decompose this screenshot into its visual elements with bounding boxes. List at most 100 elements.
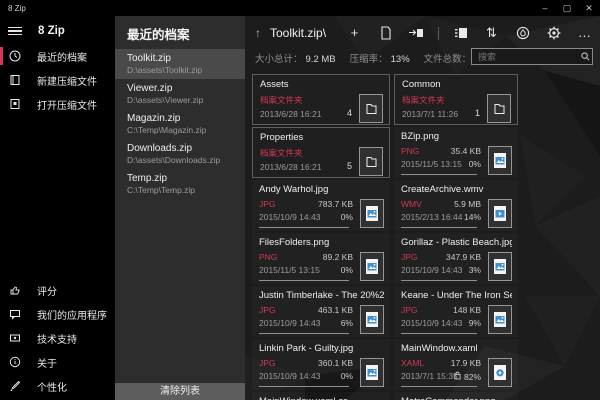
- file-tile[interactable]: Gorillaz - Plastic Beach.jpg JPG 2015/10…: [394, 233, 518, 284]
- archive-path: C:\Temp\Magazin.zip: [127, 125, 233, 135]
- search-icon[interactable]: [578, 52, 592, 61]
- sidebar-item-label: 新建压缩文件: [37, 73, 97, 88]
- recent-archive-item[interactable]: Downloads.zip D:\assets\Downloads.zip: [115, 139, 245, 169]
- recent-archives-panel: 最近的档案 Toolkit.zip D:\assets\Toolkit.zipV…: [115, 16, 245, 400]
- folder-tile[interactable]: Properties 档案文件夹 2013/6/28 16:21 5: [252, 127, 390, 178]
- sidebar-item-new-archive[interactable]: 新建压缩文件: [0, 68, 115, 92]
- archive-name: Magazin.zip: [127, 113, 233, 124]
- compression-ratio: 0%: [341, 265, 353, 275]
- file-date: 2015/10/9 14:43: [259, 371, 314, 381]
- up-level-icon[interactable]: ↑: [255, 26, 261, 40]
- image-icon: [360, 199, 384, 228]
- settings-icon[interactable]: [544, 26, 563, 40]
- personalize-icon: [8, 380, 21, 393]
- file-size: 783.7 KB: [318, 199, 353, 209]
- file-size: 89.2 KB: [323, 252, 353, 262]
- add-icon[interactable]: +: [345, 25, 364, 41]
- sidebar-nav-top: 最近的档案 新建压缩文件 打开压缩文件: [0, 44, 115, 116]
- breadcrumb[interactable]: Toolkit.zip\: [270, 26, 326, 40]
- sidebar-item-label: 评分: [37, 283, 57, 298]
- file-name: CreateArchive.wmv: [401, 184, 512, 195]
- recent-archive-item[interactable]: Viewer.zip D:\assets\Viewer.zip: [115, 79, 245, 109]
- xaml-icon: [488, 358, 512, 387]
- image-icon: [360, 252, 384, 281]
- file-tile[interactable]: BZip.png PNG 2015/11/5 13:15 35.4 KB 0%: [394, 127, 518, 178]
- sidebar-item-support[interactable]: 技术支持: [0, 326, 115, 350]
- search-input[interactable]: [472, 52, 578, 62]
- file-date: 2013/7/1 11:26: [402, 109, 471, 119]
- toolbar-divider: [438, 27, 439, 40]
- file-type-label: PNG: [401, 146, 447, 156]
- hamburger-menu-icon[interactable]: [8, 27, 22, 36]
- recent-archive-item[interactable]: Temp.zip C:\Temp\Temp.zip: [115, 169, 245, 199]
- file-name: BZip.png: [401, 131, 512, 142]
- file-date: 2013/6/28 16:21: [260, 109, 343, 119]
- sidebar-item-open-archive[interactable]: 打开压缩文件: [0, 92, 115, 116]
- file-date: 2015/10/9 14:43: [259, 212, 314, 222]
- compression-ratio: 9%: [469, 318, 481, 328]
- file-date: 2015/11/5 13:15: [401, 159, 447, 169]
- add-to-archive-icon[interactable]: [407, 27, 426, 39]
- file-tile[interactable]: Linkin Park - Guilty.jpg JPG 2015/10/9 1…: [252, 339, 390, 390]
- stat-value: 9.2 MB: [306, 54, 336, 65]
- view-list-icon[interactable]: [451, 27, 470, 39]
- theme-icon[interactable]: [513, 26, 532, 40]
- file-name: Gorillaz - Plastic Beach.jpg: [401, 237, 512, 248]
- archive-path: C:\Temp\Temp.zip: [127, 185, 233, 195]
- file-tile[interactable]: MetroCommander.png PNG 72.9 KB: [394, 392, 518, 400]
- file-size: 5.9 MB: [454, 199, 481, 209]
- recent-archive-item[interactable]: Toolkit.zip D:\assets\Toolkit.zip: [115, 49, 245, 79]
- file-tile[interactable]: Keane - Under The Iron Sea.jpg JPG 2015/…: [394, 286, 518, 337]
- folder-icon: [359, 94, 383, 123]
- sort-icon[interactable]: ⇅: [482, 25, 501, 41]
- compression-ratio: 6%: [341, 318, 353, 328]
- sidebar-item-about[interactable]: 关于: [0, 350, 115, 374]
- folder-icon: [487, 94, 511, 123]
- file-tile[interactable]: Justin Timberlake - The 20%20 Experience…: [252, 286, 390, 337]
- image-icon: [360, 305, 384, 334]
- file-tile[interactable]: MainWindow.xaml XAML 2013/7/1 15:35 17.9…: [394, 339, 518, 390]
- recent-archive-item[interactable]: Magazin.zip C:\Temp\Magazin.zip: [115, 109, 245, 139]
- sidebar-item-our-apps[interactable]: 我们的应用程序: [0, 302, 115, 326]
- search-box[interactable]: [471, 48, 593, 65]
- file-tile[interactable]: MainWindow.xaml.cs CS 3.4 KB: [252, 392, 390, 400]
- item-count: 1: [475, 108, 480, 118]
- minimize-button[interactable]: –: [534, 0, 556, 16]
- file-name: Properties: [260, 132, 383, 143]
- extract-file-icon[interactable]: [376, 26, 395, 40]
- stat-label: 文件总数：: [424, 54, 472, 65]
- archive-name: Toolkit.zip: [127, 53, 233, 64]
- close-button[interactable]: ✕: [578, 0, 600, 16]
- more-icon[interactable]: …: [575, 25, 594, 41]
- file-tile[interactable]: CreateArchive.wmv WMV 2015/2/13 16:44 5.…: [394, 180, 518, 231]
- file-tile[interactable]: FilesFolders.png PNG 2015/11/5 13:15 89.…: [252, 233, 390, 284]
- clear-list-button[interactable]: 清除列表: [115, 383, 245, 400]
- image-icon: [488, 305, 512, 334]
- compression-ratio: 14%: [464, 212, 481, 222]
- file-type-label: 档案文件夹: [260, 94, 343, 106]
- folder-tile[interactable]: Assets 档案文件夹 2013/6/28 16:21 4: [252, 74, 390, 125]
- maximize-button[interactable]: ▢: [556, 0, 578, 16]
- file-tiles-grid: Assets 档案文件夹 2013/6/28 16:21 4 Common 档案…: [252, 74, 600, 400]
- file-type-label: 档案文件夹: [402, 94, 471, 106]
- file-date: 2015/10/9 14:43: [401, 265, 442, 275]
- sidebar-item-personalize[interactable]: 个性化: [0, 374, 115, 398]
- sidebar-item-clock[interactable]: 最近的档案: [0, 44, 115, 68]
- file-name: FilesFolders.png: [259, 237, 384, 248]
- file-tile[interactable]: Andy Warhol.jpg JPG 2015/10/9 14:43 783.…: [252, 180, 390, 231]
- sidebar-nav-bottom: 评分 我们的应用程序 技术支持 关于 个性化: [0, 278, 115, 400]
- item-count: 4: [347, 108, 352, 118]
- file-name: MainWindow.xaml.cs: [259, 396, 384, 400]
- compression-ratio: 0%: [341, 371, 353, 381]
- file-type-label: 档案文件夹: [260, 147, 343, 159]
- tile-separator: [401, 333, 477, 334]
- file-date: 2013/6/28 16:21: [260, 162, 343, 172]
- file-date: 2015/11/5 13:15: [259, 265, 319, 275]
- file-type-label: JPG: [401, 252, 442, 262]
- folder-tile[interactable]: Common 档案文件夹 2013/7/1 11:26 1: [394, 74, 518, 125]
- sidebar-item-rate[interactable]: 评分: [0, 278, 115, 302]
- rate-icon: [8, 284, 21, 297]
- tile-separator: [401, 174, 477, 175]
- file-size: 17.9 KB: [451, 358, 481, 368]
- file-name: Linkin Park - Guilty.jpg: [259, 343, 384, 354]
